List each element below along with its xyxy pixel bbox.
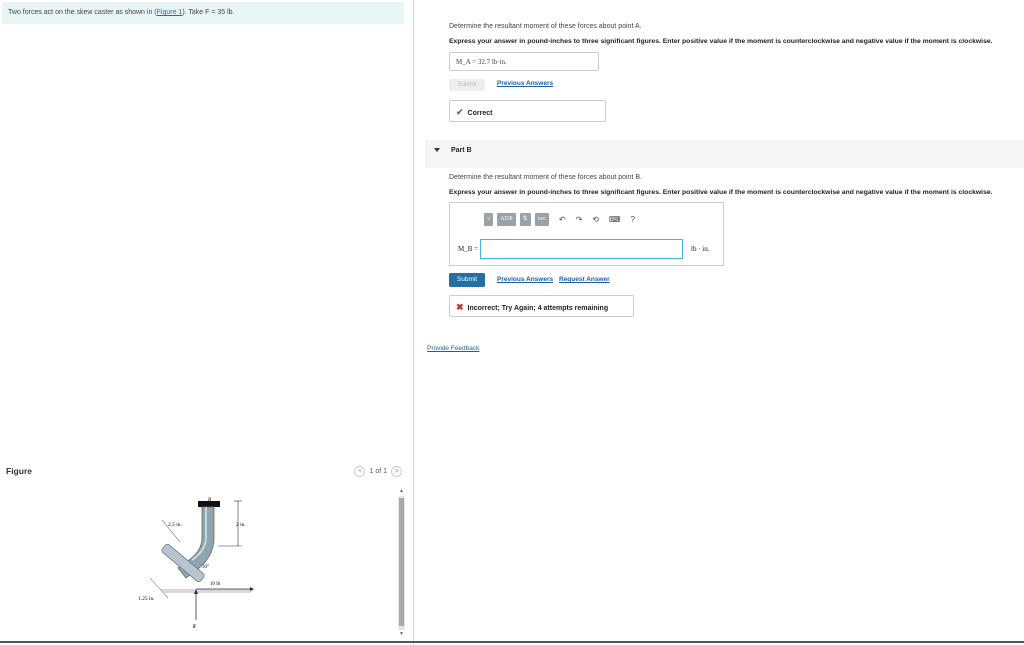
intro-text-after: ). Take F = 35 lb. bbox=[182, 9, 235, 16]
sqrt-template-button[interactable]: √ bbox=[484, 213, 494, 226]
part-b-hint: Express your answer in pound-inches to t… bbox=[449, 189, 993, 196]
part-b-header[interactable] bbox=[425, 140, 1024, 168]
part-b-unit: lb · in. bbox=[691, 245, 710, 253]
problem-intro: Two forces act on the skew caster as sho… bbox=[2, 2, 404, 24]
part-a-previous-answers-link[interactable]: Previous Answers bbox=[497, 80, 553, 87]
subscript-superscript-button[interactable]: ⇅ bbox=[519, 213, 531, 226]
label-angle: 30° bbox=[202, 565, 209, 570]
dim-line-125in bbox=[149, 577, 169, 599]
part-b-feedback: ✖ Incorrect; Try Again; 4 attempts remain… bbox=[449, 295, 634, 317]
bottom-divider bbox=[0, 641, 1024, 643]
label-dim-25: 2.5 in. bbox=[168, 522, 183, 528]
undo-icon[interactable]: ↶ bbox=[559, 215, 566, 224]
part-a-answer: M_A = 32.7 lb·in. bbox=[449, 52, 599, 71]
figure-pager: < 1 of 1 > bbox=[354, 466, 402, 477]
scroll-thumb[interactable] bbox=[399, 498, 404, 626]
part-a-hint: Express your answer in pound-inches to t… bbox=[449, 38, 993, 45]
prev-figure-button[interactable]: < bbox=[354, 466, 366, 477]
scroll-up-icon[interactable]: ▲ bbox=[398, 488, 405, 494]
label-force-10: 10 lb bbox=[210, 582, 221, 587]
reset-icon[interactable]: ⟲ bbox=[592, 215, 599, 224]
caster-diagram: B 2.5 in. 2 in. 1.25 in. 30° 10 lb F bbox=[138, 498, 255, 630]
part-a-prompt: Determine the resultant moment of these … bbox=[449, 23, 642, 30]
figure-link[interactable]: Figure 1 bbox=[157, 9, 183, 16]
part-a-submit-button: Submit bbox=[449, 79, 485, 91]
collapse-triangle-icon[interactable] bbox=[434, 148, 440, 152]
label-dim-125: 1.25 in. bbox=[138, 596, 155, 602]
cross-icon: ✖ bbox=[456, 302, 464, 312]
greek-symbols-button[interactable]: ΑΣΦ bbox=[497, 213, 516, 226]
provide-feedback-link[interactable]: Provide Feedback bbox=[427, 345, 479, 352]
scroll-down-icon[interactable]: ▼ bbox=[398, 631, 405, 637]
ground bbox=[160, 589, 255, 593]
answer-editor: √ ΑΣΦ ⇅ vec ↶ ↷ ⟲ ⌨ ? M_B = lb · in. bbox=[449, 202, 724, 266]
part-b-prompt: Determine the resultant moment of these … bbox=[449, 174, 642, 181]
vector-button[interactable]: vec bbox=[534, 213, 549, 226]
keyboard-icon[interactable]: ⌨ bbox=[609, 215, 621, 224]
right-panel: Determine the resultant moment of these … bbox=[425, 0, 1024, 645]
figure-page-indicator: 1 of 1 bbox=[369, 468, 387, 475]
part-b-answer-input[interactable] bbox=[480, 239, 683, 259]
intro-text: Two forces act on the skew caster as sho… bbox=[8, 9, 157, 16]
redo-icon[interactable]: ↷ bbox=[576, 215, 583, 224]
left-panel: Two forces act on the skew caster as sho… bbox=[0, 0, 414, 645]
caster-figure: B 2.5 in. 2 in. 1.25 in. 30° 10 lb F bbox=[130, 490, 260, 630]
part-b-previous-answers-link[interactable]: Previous Answers bbox=[497, 276, 553, 283]
label-force-F: F bbox=[193, 624, 197, 630]
figure-title: Figure bbox=[6, 466, 32, 476]
help-icon[interactable]: ? bbox=[631, 215, 635, 224]
part-b-label: M_B = bbox=[458, 245, 479, 253]
check-icon: ✔ bbox=[456, 107, 464, 117]
part-b-submit-button[interactable]: Submit bbox=[449, 273, 485, 287]
part-a-feedback: ✔ Correct bbox=[449, 100, 606, 122]
figure-header: Figure < 1 of 1 > bbox=[4, 462, 406, 482]
editor-toolbar: √ ΑΣΦ ⇅ vec ↶ ↷ ⟲ ⌨ ? bbox=[484, 213, 635, 226]
figure-scrollbar[interactable]: ▲ ▼ bbox=[398, 488, 405, 638]
label-b: B bbox=[208, 498, 211, 503]
part-b-heading[interactable]: Part B bbox=[451, 147, 472, 154]
part-b-request-answer-link[interactable]: Request Answer bbox=[559, 276, 610, 283]
next-figure-button[interactable]: > bbox=[391, 466, 402, 477]
label-dim-2: 2 in. bbox=[236, 522, 246, 528]
